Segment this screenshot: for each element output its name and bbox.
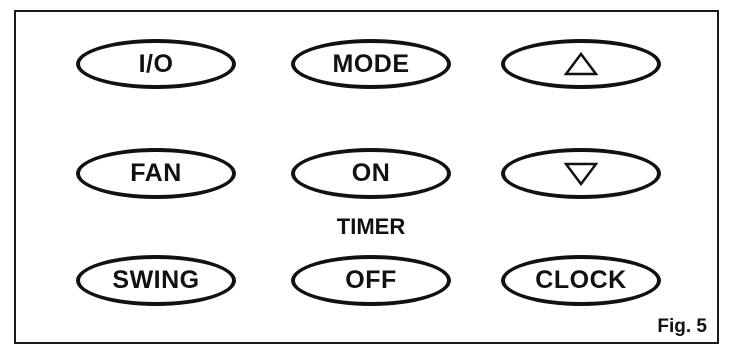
timer-off-button[interactable]: OFF [291,255,451,306]
clock-button[interactable]: CLOCK [501,255,661,306]
swing-button[interactable]: SWING [76,255,236,306]
remote-control-panel: I/O MODE FAN ON TIMER SWING OFF CLOCK Fi… [14,10,719,344]
clock-button-label: CLOCK [535,266,627,294]
timer-label: TIMER [336,214,406,239]
triangle-up-icon [564,52,598,76]
fan-button-label: FAN [130,159,182,187]
down-button[interactable] [501,148,661,199]
triangle-down-icon [564,162,598,186]
timer-on-button-label: ON [351,159,391,187]
figure-label: Fig. 5 [657,316,707,337]
up-button[interactable] [501,39,661,89]
timer-off-button-label: OFF [345,266,397,294]
timer-on-button[interactable]: ON [291,148,451,199]
power-button-label: I/O [138,49,174,78]
fan-button[interactable]: FAN [76,148,236,199]
power-button[interactable]: I/O [76,39,236,89]
mode-button[interactable]: MODE [291,39,451,89]
mode-button-label: MODE [332,49,410,78]
swing-button-label: SWING [112,266,200,294]
